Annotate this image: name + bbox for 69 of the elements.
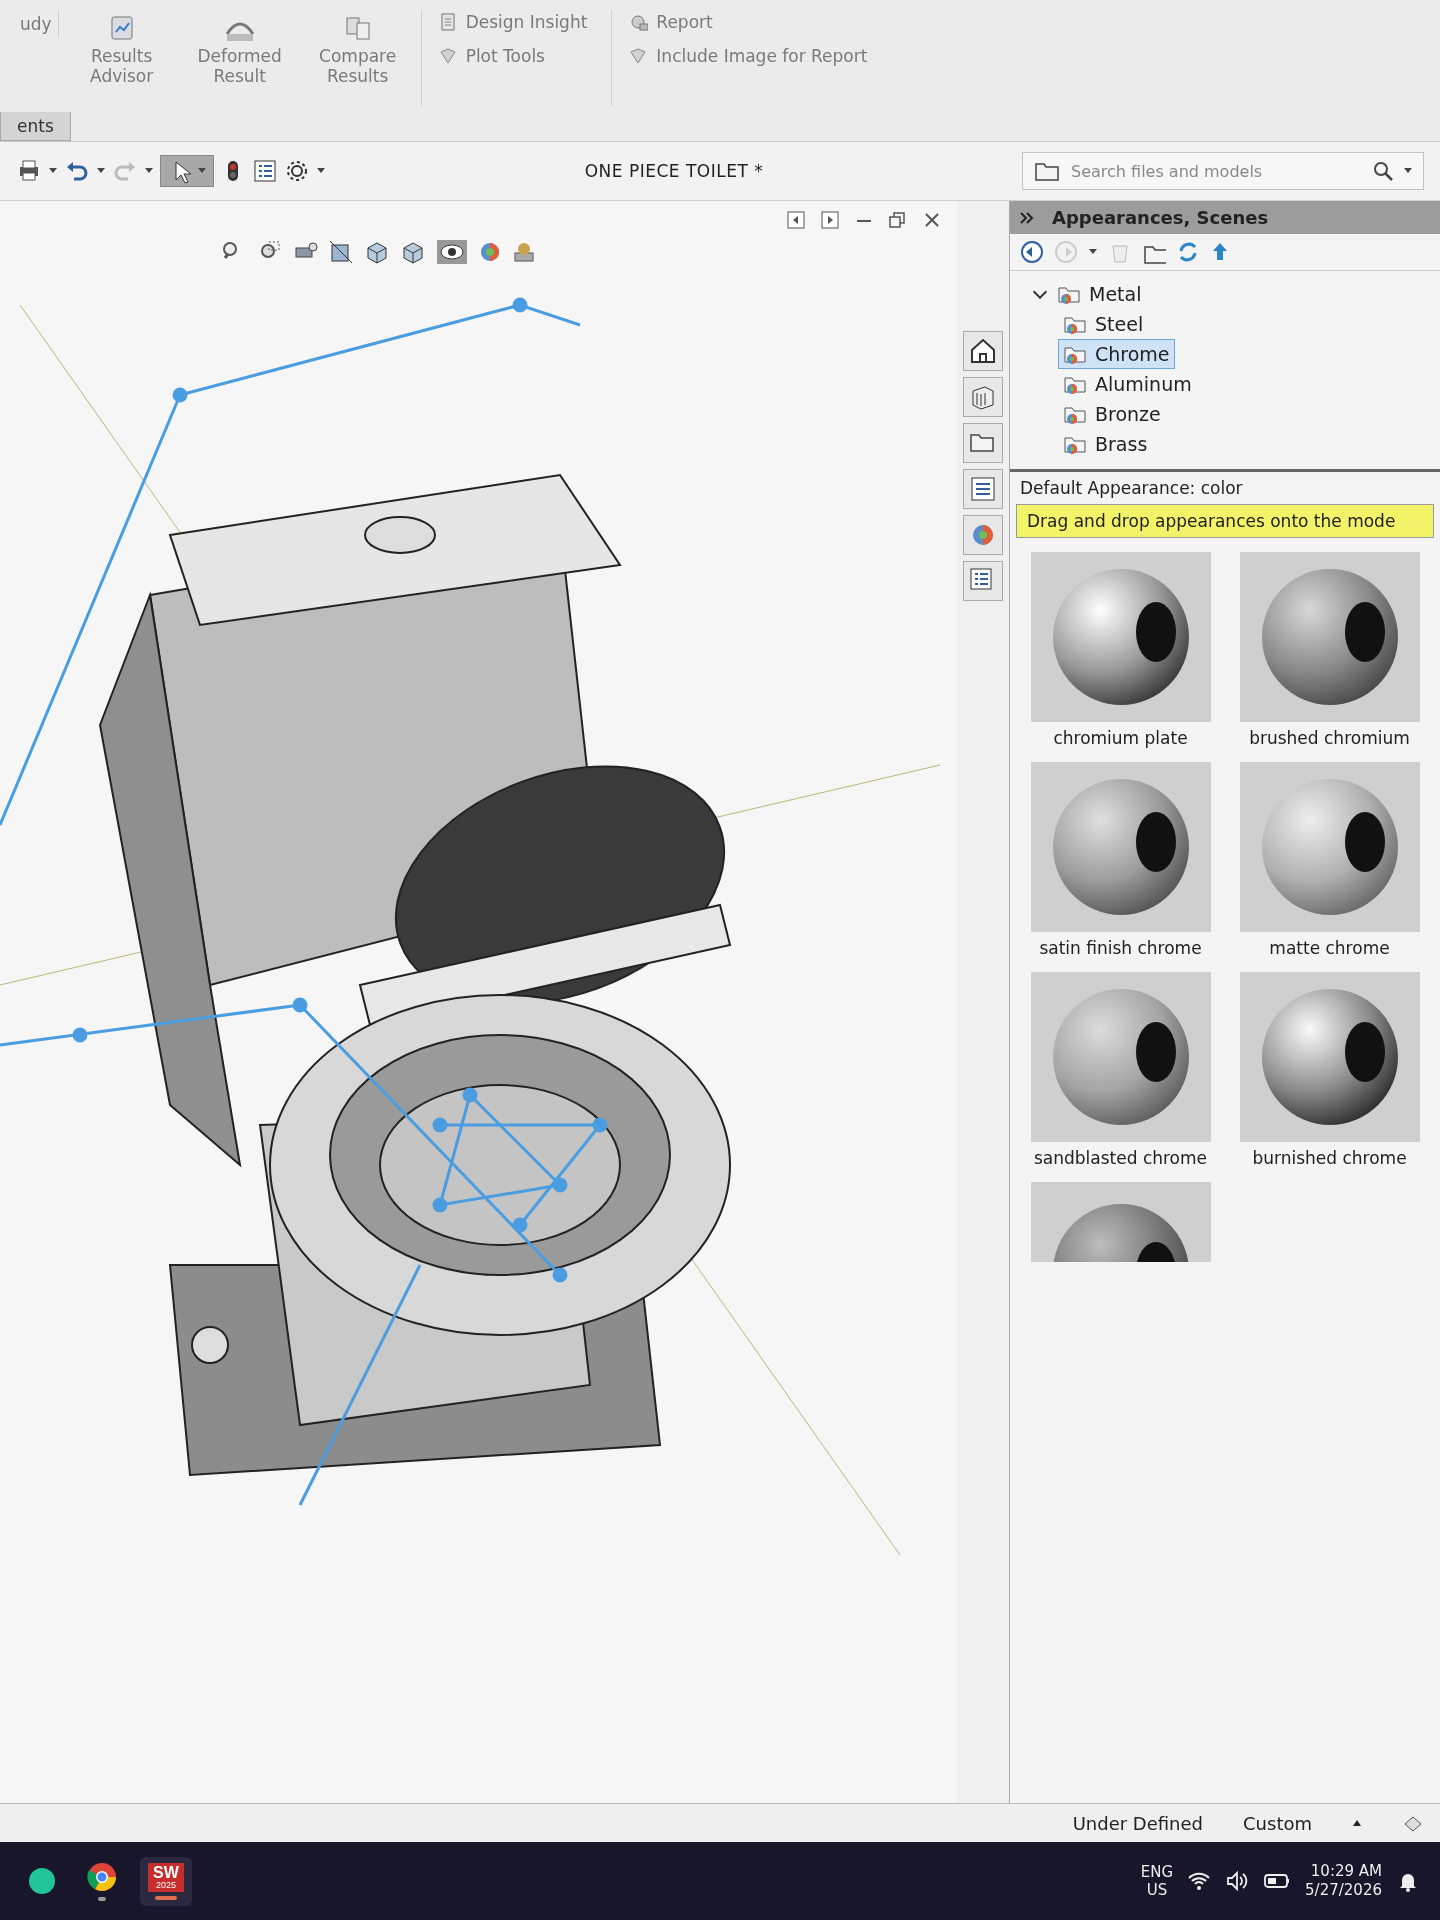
appearance-ball-icon[interactable]	[478, 240, 502, 264]
list-icon[interactable]	[252, 158, 278, 184]
swatch-label: brushed chromium	[1249, 728, 1410, 748]
browser-icon	[86, 1861, 118, 1893]
swatch-label: burnished chrome	[1252, 1148, 1407, 1168]
chrome-sphere-swatch[interactable]	[1030, 1182, 1211, 1262]
window-title: ONE PIECE TOILET *	[583, 161, 765, 181]
ribbon-tool-button[interactable]: Compare Results	[302, 10, 413, 106]
home-icon	[968, 336, 998, 366]
back-icon[interactable]	[1020, 240, 1044, 264]
documents-icon	[343, 14, 372, 42]
swatch-label: satin finish chrome	[1039, 938, 1202, 958]
swatch-label: chromium plate	[1053, 728, 1188, 748]
logo-year: 2025	[155, 1880, 176, 1890]
study-button[interactable]: udy	[14, 10, 59, 38]
chrome-sphere-swatch[interactable]	[1239, 762, 1420, 932]
eye-icon[interactable]	[436, 239, 468, 265]
language-text: ENG	[1140, 1863, 1174, 1881]
properties-tab[interactable]	[963, 469, 1003, 509]
tree-item[interactable]: Bronze	[1058, 399, 1166, 429]
previous-pane-icon[interactable]	[785, 209, 807, 231]
language-indicator[interactable]: ENG US	[1140, 1863, 1174, 1899]
chrome-sphere-swatch[interactable]	[1030, 972, 1211, 1142]
caret-icon[interactable]	[1352, 1818, 1362, 1828]
tooltip-hint: Drag and drop appearances onto the mode	[1016, 504, 1434, 538]
section-view-icon[interactable]	[328, 239, 354, 265]
properties-icon	[968, 474, 998, 504]
tree-item[interactable]: Brass	[1058, 429, 1153, 459]
ribbon-command-button[interactable]: Design Insight	[433, 10, 592, 34]
ribbon-tool-button[interactable]: Deformed Result	[184, 10, 295, 106]
swatch-label: sandblasted chrome	[1033, 1148, 1208, 1168]
search-input[interactable]: Search files and models	[1069, 160, 1363, 182]
region-text: US	[1146, 1881, 1168, 1899]
chrome-sphere-swatch[interactable]	[1030, 552, 1211, 722]
panel-title: Appearances, Scenes	[1052, 207, 1269, 228]
swatch-label: matte chrome	[1269, 938, 1390, 958]
library-tab[interactable]	[963, 377, 1003, 417]
search-icon[interactable]	[1371, 159, 1395, 183]
folder-tab[interactable]	[963, 423, 1003, 463]
home-tab[interactable]	[963, 331, 1003, 371]
ribbon-command-button[interactable]: Plot Tools	[433, 44, 592, 68]
clock-date: 5/27/2026	[1305, 1881, 1382, 1901]
settings-icon[interactable]	[284, 158, 310, 184]
chrome-sphere-swatch[interactable]	[1030, 762, 1211, 932]
clock[interactable]: 10:29 AM 5/27/2026	[1305, 1861, 1382, 1901]
scene-icon[interactable]	[512, 240, 536, 264]
chrome-sphere-swatch[interactable]	[1239, 552, 1420, 722]
command-tab[interactable]: ents	[0, 112, 71, 141]
palette-tab[interactable]	[963, 515, 1003, 555]
tree-item[interactable]: Steel	[1058, 309, 1149, 339]
units-status[interactable]: Custom	[1243, 1812, 1312, 1834]
taskbar-app[interactable]: SW 2025	[140, 1856, 192, 1906]
search-field[interactable]: Search files and models	[1022, 152, 1424, 190]
tree-item[interactable]: Chrome	[1058, 339, 1175, 369]
gem-icon	[437, 46, 458, 66]
ribbon-tool-button[interactable]: Results Advisor	[66, 10, 177, 106]
ribbon-command-button[interactable]: Report	[624, 10, 872, 34]
tree-item[interactable]: Aluminum	[1058, 369, 1197, 399]
chrome-sphere-swatch[interactable]	[1239, 972, 1420, 1142]
next-pane-icon[interactable]	[819, 209, 841, 231]
app-icon	[28, 1867, 56, 1895]
list-tab[interactable]	[963, 561, 1003, 601]
ribbon-command-button[interactable]: Include Image for Report	[624, 44, 872, 68]
tree-item[interactable]: Metal	[1030, 279, 1147, 309]
sketch-status: Under Defined	[1072, 1812, 1204, 1834]
clock-time: 10:29 AM	[1310, 1861, 1382, 1881]
volume-icon[interactable]	[1225, 1869, 1250, 1893]
logo-text: SW	[153, 1864, 179, 1881]
select-button[interactable]	[160, 155, 214, 187]
